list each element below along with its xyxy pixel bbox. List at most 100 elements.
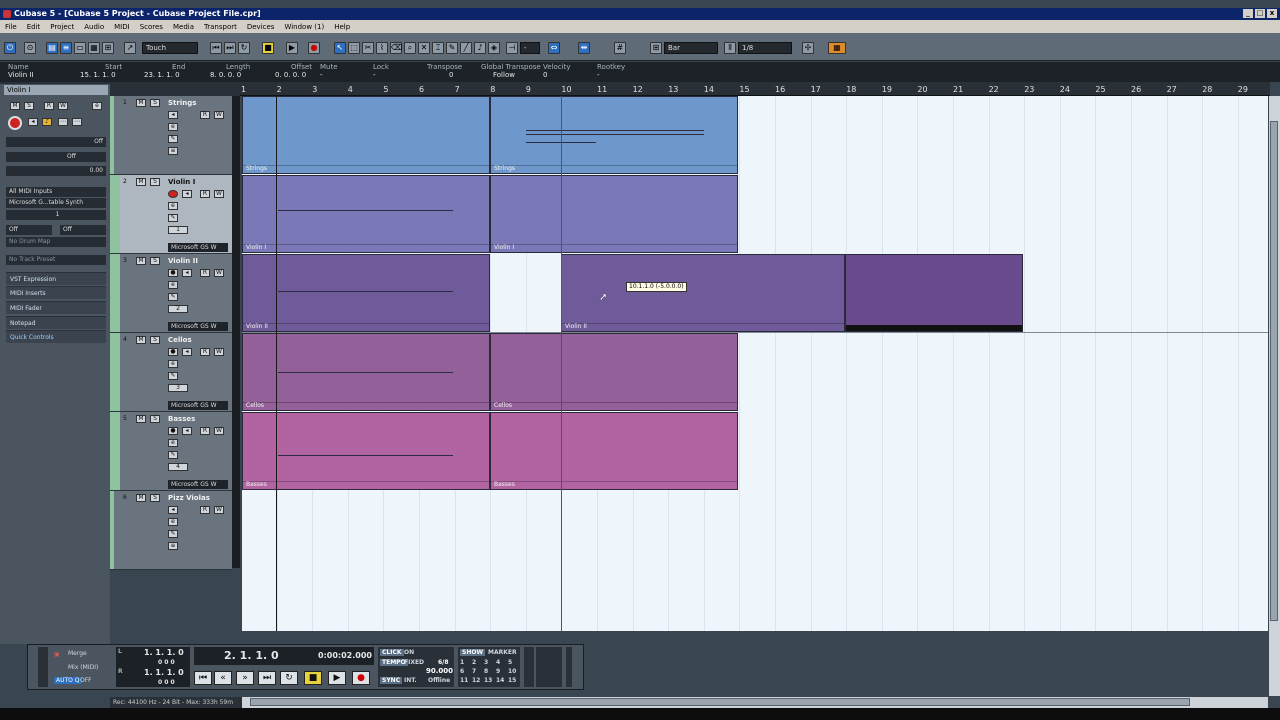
color-tool[interactable]: ◈ bbox=[488, 42, 500, 54]
play-toolbar-button[interactable]: ▶ bbox=[286, 42, 298, 54]
rewind-toolbar-button[interactable]: ⏭ bbox=[224, 42, 236, 54]
track-lock-button[interactable]: ✎ bbox=[168, 135, 178, 143]
info-name[interactable]: Name Violin II bbox=[8, 63, 34, 79]
sync-button[interactable]: SYNC bbox=[380, 677, 403, 684]
marker-8-button[interactable]: 8 bbox=[484, 668, 488, 675]
marker-3-button[interactable]: 3 bbox=[484, 659, 488, 666]
stop-toolbar-button[interactable]: ■ bbox=[262, 42, 274, 54]
section-midi-inserts[interactable]: MIDI Inserts bbox=[6, 286, 106, 299]
part-basses-2[interactable]: Basses bbox=[490, 412, 738, 490]
track-monitor-button[interactable]: ◂ bbox=[182, 348, 192, 356]
record-mode-merge[interactable]: Merge bbox=[68, 650, 87, 657]
record-button[interactable]: ● bbox=[352, 671, 370, 685]
inspector-monitor-button[interactable]: ◂ bbox=[28, 118, 38, 126]
track-output-device[interactable]: Microsoft GS W bbox=[168, 243, 228, 252]
info-start[interactable]: Start 15. 1. 1. 0 bbox=[80, 63, 122, 79]
program-select[interactable]: Off bbox=[60, 225, 106, 235]
quantize-preset-select[interactable]: 1/8 bbox=[738, 42, 792, 54]
activate-project-button[interactable]: ⏻ bbox=[4, 42, 16, 54]
menu-window[interactable]: Window (1) bbox=[283, 23, 325, 31]
draw-tool[interactable]: ✎ bbox=[446, 42, 458, 54]
grid-type-select[interactable]: Bar bbox=[664, 42, 718, 54]
marker-10-button[interactable]: 10 bbox=[508, 668, 516, 675]
vertical-scrollbar[interactable] bbox=[1269, 96, 1280, 696]
auto-quantize-button[interactable]: AUTO Q bbox=[54, 677, 82, 684]
track-header-strings[interactable]: 1 M S Strings ◂ R W e ✎ ≡ bbox=[110, 96, 232, 175]
marker-15-button[interactable]: 15 bbox=[508, 677, 516, 684]
horizontal-scrollbar[interactable] bbox=[242, 697, 1268, 708]
track-output-device[interactable]: Microsoft GS W bbox=[168, 322, 228, 331]
track-name[interactable]: Cellos bbox=[168, 336, 192, 344]
autoscroll-button[interactable]: ⇔ bbox=[548, 42, 560, 54]
track-edit-button[interactable]: e bbox=[168, 281, 178, 289]
show-infoline-button[interactable]: ≡ bbox=[60, 42, 72, 54]
part-strings-1[interactable]: Strings bbox=[242, 96, 490, 174]
track-name[interactable]: Pizz Violas bbox=[168, 494, 210, 502]
nudge-icon[interactable]: ⊣ bbox=[506, 42, 518, 54]
tracklist-divider[interactable] bbox=[232, 96, 240, 568]
automation-icon[interactable]: ↗ bbox=[124, 42, 136, 54]
record-mode-mix[interactable]: Mix (MIDI) bbox=[68, 664, 98, 671]
line-tool[interactable]: ╱ bbox=[460, 42, 472, 54]
inspector-read-button[interactable]: R bbox=[44, 102, 54, 110]
section-vst-expression[interactable]: VST Expression bbox=[6, 272, 106, 285]
track-monitor-button[interactable]: ◂ bbox=[168, 506, 178, 514]
marker-2-button[interactable]: 2 bbox=[472, 659, 476, 666]
info-transpose[interactable]: Transpose 0 bbox=[427, 63, 462, 79]
track-solo-button[interactable]: S bbox=[150, 336, 160, 344]
track-mute-button[interactable]: M bbox=[136, 257, 146, 265]
show-markers-button[interactable]: SHOW bbox=[460, 649, 486, 656]
inspector-write-button[interactable]: W bbox=[58, 102, 68, 110]
inspector-lane-button[interactable]: ⋯ bbox=[72, 118, 82, 126]
menu-audio[interactable]: Audio bbox=[83, 23, 105, 31]
part-cellos-2[interactable]: Cellos bbox=[490, 333, 738, 411]
track-header-violin-ii[interactable]: 3 M S Violin II ● ◂ R W e ✎ 2 Microsoft … bbox=[110, 254, 232, 333]
marker-7-button[interactable]: 7 bbox=[472, 668, 476, 675]
cycle-toolbar-button[interactable]: ↻ bbox=[238, 42, 250, 54]
inspector-lock-icon[interactable]: ♪ bbox=[42, 118, 52, 126]
right-locator-display[interactable]: R 1. 1. 1. 0 0 0 0 bbox=[116, 667, 190, 687]
marker-12-button[interactable]: 12 bbox=[472, 677, 480, 684]
info-rootkey[interactable]: Rootkey - bbox=[597, 63, 625, 79]
inspector-edit-button[interactable]: e bbox=[92, 102, 102, 110]
track-solo-button[interactable]: S bbox=[150, 494, 160, 502]
section-quick-controls[interactable]: Quick Controls bbox=[6, 330, 106, 343]
track-record-button[interactable]: ● bbox=[168, 348, 178, 356]
erase-tool[interactable]: ⌫ bbox=[390, 42, 402, 54]
play-button[interactable]: ▶ bbox=[328, 671, 346, 685]
info-offset[interactable]: Offset 0. 0. 0. 0 bbox=[275, 63, 312, 79]
pan-field[interactable]: 0.00 bbox=[6, 166, 106, 176]
info-mute[interactable]: Mute - bbox=[320, 63, 338, 79]
marker-6-button[interactable]: 6 bbox=[460, 668, 464, 675]
midi-input-select[interactable]: All MIDI Inputs bbox=[6, 187, 106, 197]
track-mute-button[interactable]: M bbox=[136, 99, 146, 107]
zoom-tool[interactable]: ⌕ bbox=[404, 42, 416, 54]
marker-9-button[interactable]: 9 bbox=[496, 668, 500, 675]
info-global-transpose[interactable]: Global Transpose Follow bbox=[481, 63, 541, 79]
record-toolbar-button[interactable]: ● bbox=[308, 42, 320, 54]
marker-13-button[interactable]: 13 bbox=[484, 677, 492, 684]
track-write-button[interactable]: W bbox=[214, 506, 224, 514]
track-record-button[interactable] bbox=[168, 190, 178, 198]
track-edit-button[interactable]: e bbox=[168, 518, 178, 526]
track-lock-button[interactable]: ✎ bbox=[168, 293, 178, 301]
inspector-solo-button[interactable]: S bbox=[24, 102, 34, 110]
left-locator-display[interactable]: L 1. 1. 1. 0 0 0 0 bbox=[116, 647, 190, 667]
inspector-mute-button[interactable]: M bbox=[10, 102, 20, 110]
track-header-pizz-violas[interactable]: 6 M S Pizz Violas ◂ R W e ✎ ≡ bbox=[110, 491, 232, 570]
track-name[interactable]: Violin II bbox=[168, 257, 198, 265]
menu-help[interactable]: Help bbox=[333, 23, 351, 31]
go-to-start-button[interactable]: ⏮ bbox=[194, 671, 212, 685]
track-channel-field[interactable]: 3 bbox=[168, 384, 188, 392]
info-lock[interactable]: Lock - bbox=[373, 63, 389, 79]
track-read-button[interactable]: R bbox=[200, 190, 210, 198]
show-overview-button[interactable]: ▭ bbox=[74, 42, 86, 54]
track-lock-button[interactable]: ✎ bbox=[168, 372, 178, 380]
track-read-button[interactable]: R bbox=[200, 269, 210, 277]
track-write-button[interactable]: W bbox=[214, 348, 224, 356]
marker-4-button[interactable]: 4 bbox=[496, 659, 500, 666]
track-record-button[interactable]: ● bbox=[168, 427, 178, 435]
part-strings-2[interactable]: Strings bbox=[490, 96, 738, 174]
track-edit-button[interactable]: e bbox=[168, 202, 178, 210]
track-mute-button[interactable]: M bbox=[136, 415, 146, 423]
